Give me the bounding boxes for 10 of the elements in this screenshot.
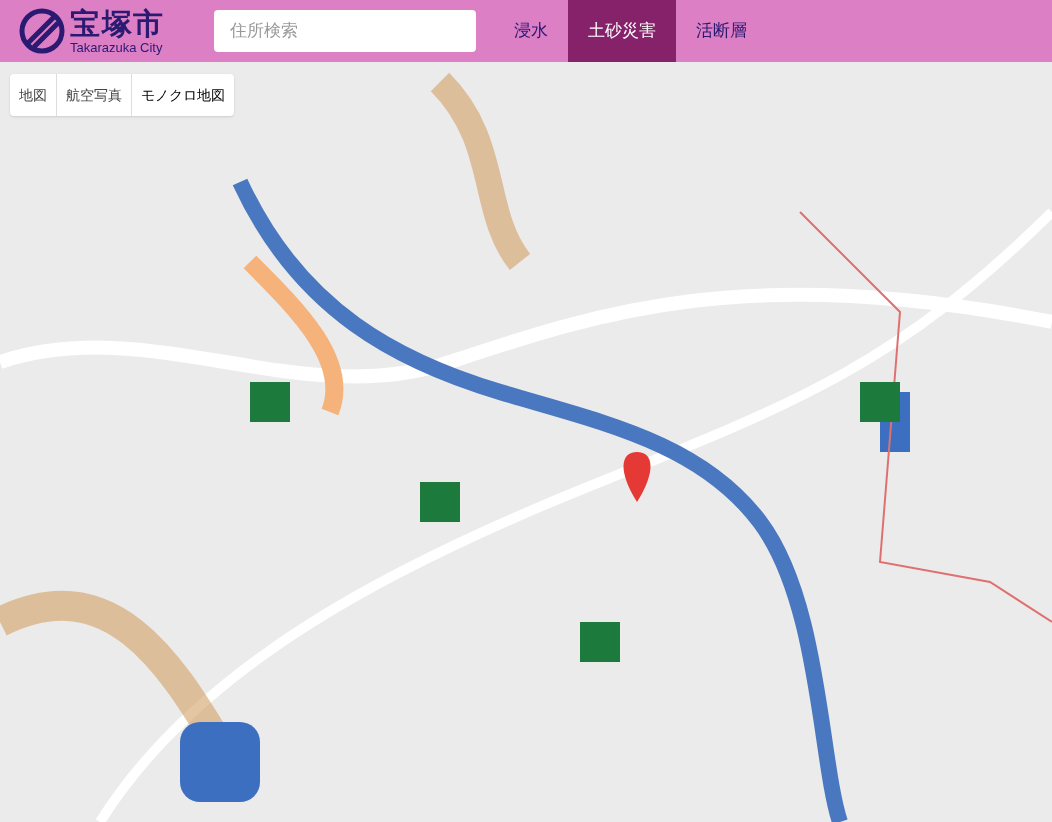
search-field[interactable]: 住所検索 xyxy=(214,10,476,52)
layer-button[interactable]: モノクロ地図 xyxy=(131,74,234,116)
layer-button[interactable]: 航空写真 xyxy=(56,74,131,116)
hazard-tab[interactable]: 活断層 xyxy=(676,0,767,62)
hazard-tab[interactable]: 土砂災害 xyxy=(568,0,676,62)
logo-subtitle: Takarazuka City xyxy=(70,40,164,54)
logo-title: 宝塚市 xyxy=(70,8,165,39)
hazard-tab[interactable]: 浸水 xyxy=(494,0,568,62)
layer-button[interactable]: 地図 xyxy=(10,74,56,116)
logo-icon xyxy=(18,7,66,55)
